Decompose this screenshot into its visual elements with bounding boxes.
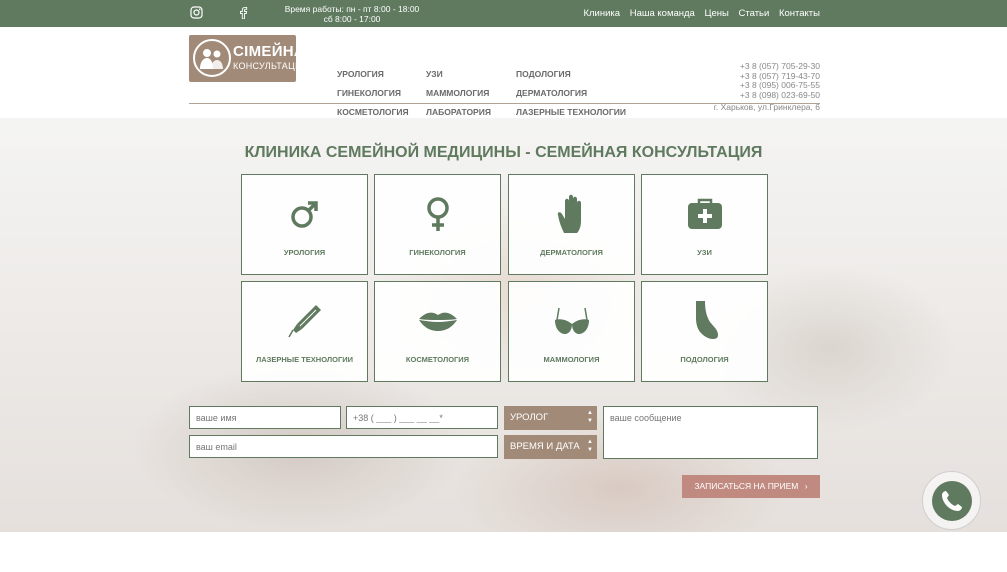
bra-icon xyxy=(509,306,634,341)
tile-mammology[interactable]: МАММОЛОГИЯ xyxy=(508,281,635,382)
message-textarea[interactable] xyxy=(603,406,818,459)
callback-button[interactable] xyxy=(922,471,981,530)
hero-section: КЛИНИКА СЕМЕЙНОЙ МЕДИЦИНЫ - СЕМЕЙНАЯ КОН… xyxy=(0,118,1007,532)
lips-icon xyxy=(375,310,500,337)
hero-background-overlay xyxy=(0,118,1007,532)
top-bar: Время работы: пн - пт 8:00 - 18:00 сб 8:… xyxy=(0,0,1007,27)
tile-urology[interactable]: УРОЛОГИЯ xyxy=(241,174,368,275)
tile-label: КОСМЕТОЛОГИЯ xyxy=(405,355,470,364)
datetime-select[interactable]: ВРЕМЯ И ДАТА ▲ ▼ xyxy=(504,435,597,459)
laser-pen-icon xyxy=(242,302,367,345)
logo-title: СІМЕЙНА xyxy=(233,43,306,60)
tile-gynecology[interactable]: ГИНЕКОЛОГИЯ xyxy=(374,174,501,275)
submit-appointment-button[interactable]: ЗАПИСАТЬСЯ НА ПРИЕМ › xyxy=(682,475,820,498)
tile-podology[interactable]: ПОДОЛОГИЯ xyxy=(641,281,768,382)
header-divider xyxy=(189,103,820,104)
instagram-icon[interactable] xyxy=(189,6,203,20)
facebook-icon[interactable] xyxy=(236,6,250,20)
working-hours: Время работы: пн - пт 8:00 - 18:00 сб 8:… xyxy=(282,4,422,24)
nav-link-articles[interactable]: Статьи xyxy=(739,8,770,19)
name-input[interactable] xyxy=(189,406,341,429)
tile-label: УРОЛОГИЯ xyxy=(283,248,326,257)
logo[interactable]: СІМЕЙНА КОНСУЛЬТАЦІЯ xyxy=(189,35,305,82)
foot-icon xyxy=(642,300,767,345)
nav-link-contacts[interactable]: Контакты xyxy=(779,8,820,19)
email-input[interactable] xyxy=(189,435,498,458)
female-symbol-icon xyxy=(375,195,500,238)
tile-dermatology[interactable]: ДЕРМАТОЛОГИЯ xyxy=(508,174,635,275)
menu-item-ultrasound[interactable]: УЗИ xyxy=(426,69,491,88)
hours-weekdays: Время работы: пн - пт 8:00 - 18:00 xyxy=(284,4,420,14)
logo-subtitle: КОНСУЛЬТАЦІЯ xyxy=(233,61,305,71)
submit-label: ЗАПИСАТЬСЯ НА ПРИЕМ xyxy=(694,481,799,491)
hours-saturday: сб 8:00 - 17:00 xyxy=(323,14,381,24)
select-arrows-icon: ▲ ▼ xyxy=(587,410,593,424)
doctor-select-value: УРОЛОГ xyxy=(510,412,549,423)
nav-link-team[interactable]: Наша команда xyxy=(630,8,695,19)
hero-title: КЛИНИКА СЕМЕЙНОЙ МЕДИЦИНЫ - СЕМЕЙНАЯ КОН… xyxy=(244,144,763,161)
contacts: +3 8 (057) 705-29-30 +3 8 (057) 719-43-7… xyxy=(713,61,820,113)
logo-family-icon xyxy=(193,39,231,77)
menu-item-urology[interactable]: УРОЛОГИЯ xyxy=(337,69,409,88)
tile-label: ДЕРМАТОЛОГИЯ xyxy=(540,248,603,257)
tile-label: УЗИ xyxy=(697,248,712,257)
phone-icon xyxy=(932,481,972,521)
menu-item-dermatology[interactable]: ДЕРМАТОЛОГИЯ xyxy=(516,88,626,107)
top-nav: Клиника Наша команда Цены Статьи Контакт… xyxy=(576,8,820,19)
tile-label: ПОДОЛОГИЯ xyxy=(680,355,729,364)
medical-kit-icon xyxy=(642,197,767,236)
hand-icon xyxy=(509,193,634,240)
tile-label: ГИНЕКОЛОГИЯ xyxy=(409,248,466,257)
tile-label: ЛАЗЕРНЫЕ ТЕХНОЛОГИИ xyxy=(255,355,353,364)
tile-cosmetology[interactable]: КОСМЕТОЛОГИЯ xyxy=(374,281,501,382)
select-arrows-icon: ▲ ▼ xyxy=(587,439,593,453)
address: г. Харьков, ул.Гринклера, 6 xyxy=(713,102,820,113)
menu-item-podology[interactable]: ПОДОЛОГИЯ xyxy=(516,69,626,88)
chevron-right-icon: › xyxy=(804,481,808,491)
tile-laser[interactable]: ЛАЗЕРНЫЕ ТЕХНОЛОГИИ xyxy=(241,281,368,382)
datetime-select-value: ВРЕМЯ И ДАТА xyxy=(510,441,580,452)
nav-link-clinic[interactable]: Клиника xyxy=(583,8,620,19)
menu-item-mammology[interactable]: МАММОЛОГИЯ xyxy=(426,88,491,107)
tile-label: МАММОЛОГИЯ xyxy=(543,355,600,364)
tile-ultrasound[interactable]: УЗИ xyxy=(641,174,768,275)
phone-4[interactable]: +3 8 (098) 023-69-50 xyxy=(714,90,820,101)
nav-link-prices[interactable]: Цены xyxy=(704,8,728,19)
doctor-select[interactable]: УРОЛОГ ▲ ▼ xyxy=(504,406,597,430)
male-symbol-icon xyxy=(242,197,367,236)
menu-item-gynecology[interactable]: ГИНЕКОЛОГИЯ xyxy=(337,88,409,107)
phone-input[interactable] xyxy=(346,406,498,429)
